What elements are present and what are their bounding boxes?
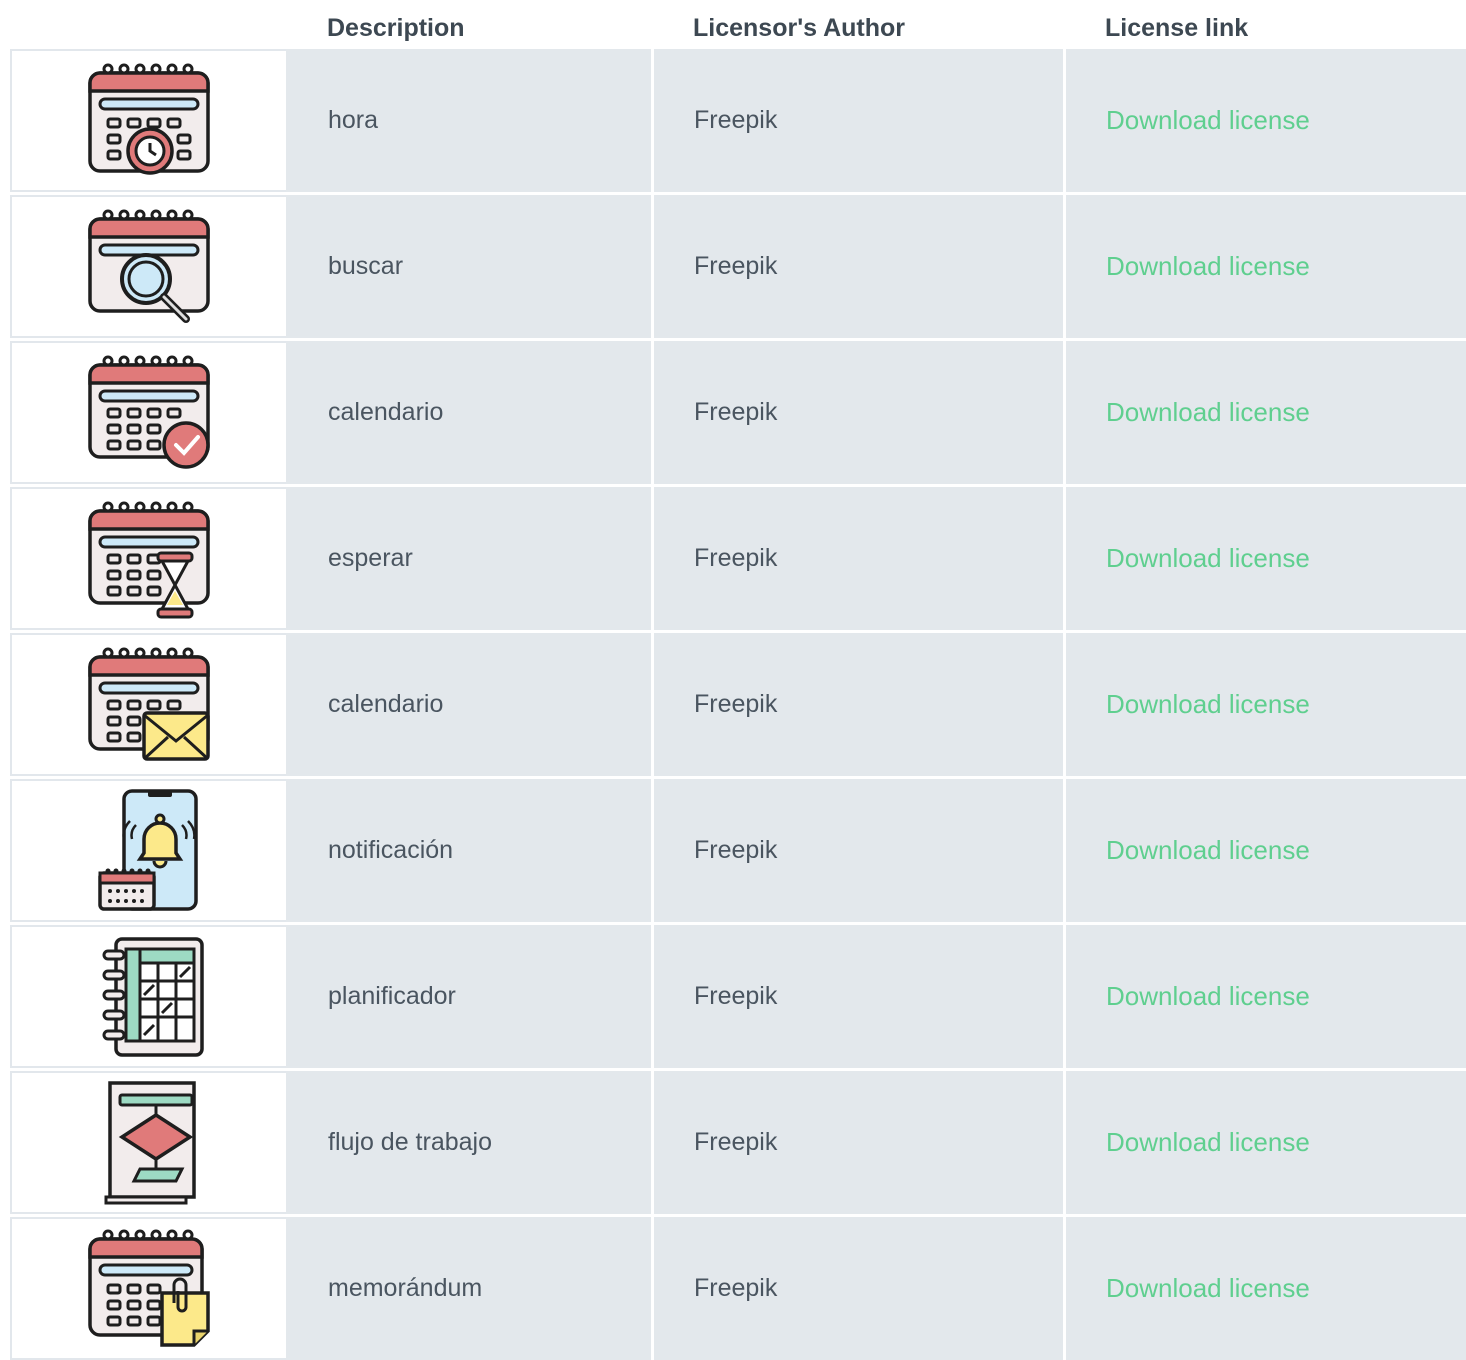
author-text: Freepik — [694, 398, 778, 426]
author-cell: Freepik — [654, 779, 1063, 922]
icon-cell — [10, 1217, 286, 1360]
table-row: calendario Freepik Download license — [10, 341, 1466, 484]
icon-cell — [10, 1071, 286, 1214]
header-author: Licensor's Author — [693, 14, 905, 42]
icon-cell — [10, 195, 286, 338]
table-row: memorándum Freepik Download license — [10, 1217, 1466, 1360]
author-text: Freepik — [694, 106, 778, 134]
author-cell: Freepik — [654, 925, 1063, 1068]
description-cell: flujo de trabajo — [286, 1071, 651, 1214]
license-cell: Download license — [1066, 633, 1466, 776]
description-text: flujo de trabajo — [328, 1128, 493, 1156]
author-cell: Freepik — [654, 341, 1063, 484]
download-license-link[interactable]: Download license — [1106, 981, 1310, 1012]
download-license-link[interactable]: Download license — [1106, 105, 1310, 136]
description-text: memorándum — [328, 1274, 483, 1302]
author-cell: Freepik — [654, 195, 1063, 338]
download-license-link[interactable]: Download license — [1106, 397, 1310, 428]
author-text: Freepik — [694, 836, 778, 864]
license-cell: Download license — [1066, 779, 1466, 922]
download-license-link[interactable]: Download license — [1106, 1273, 1310, 1304]
license-cell: Download license — [1066, 195, 1466, 338]
table-row: esperar Freepik Download license — [10, 487, 1466, 630]
calendar-search-icon — [88, 209, 210, 323]
author-cell: Freepik — [654, 1071, 1063, 1214]
table-row: planificador Freepik Download license — [10, 925, 1466, 1068]
header-description: Description — [327, 14, 465, 42]
icon-cell — [10, 487, 286, 630]
description-cell: hora — [286, 49, 651, 192]
license-cell: Download license — [1066, 487, 1466, 630]
table-header: Description Licensor's Author License li… — [0, 0, 1466, 48]
license-cell: Download license — [1066, 49, 1466, 192]
download-license-link[interactable]: Download license — [1106, 689, 1310, 720]
download-license-link[interactable]: Download license — [1106, 543, 1310, 574]
calendar-clock-icon — [88, 63, 210, 175]
download-license-link[interactable]: Download license — [1106, 835, 1310, 866]
icon-cell — [10, 779, 286, 922]
author-cell: Freepik — [654, 1217, 1063, 1360]
author-text: Freepik — [694, 1274, 778, 1302]
description-cell: calendario — [286, 633, 651, 776]
license-table: hora Freepik Download license buscar Fre… — [10, 49, 1466, 1360]
author-text: Freepik — [694, 982, 778, 1010]
license-cell: Download license — [1066, 1217, 1466, 1360]
author-text: Freepik — [694, 1128, 778, 1156]
author-text: Freepik — [694, 252, 778, 280]
icon-cell — [10, 633, 286, 776]
author-text: Freepik — [694, 690, 778, 718]
license-cell: Download license — [1066, 925, 1466, 1068]
author-cell: Freepik — [654, 487, 1063, 630]
download-license-link[interactable]: Download license — [1106, 1127, 1310, 1158]
description-cell: notificación — [286, 779, 651, 922]
calendar-check-icon — [88, 355, 210, 469]
license-cell: Download license — [1066, 1071, 1466, 1214]
description-cell: calendario — [286, 341, 651, 484]
description-text: calendario — [328, 690, 444, 718]
table-row: calendario Freepik Download license — [10, 633, 1466, 776]
description-text: hora — [328, 106, 379, 134]
phone-bell-icon — [98, 788, 198, 911]
description-text: notificación — [328, 836, 454, 864]
author-cell: Freepik — [654, 49, 1063, 192]
description-cell: planificador — [286, 925, 651, 1068]
description-cell: memorándum — [286, 1217, 651, 1360]
header-license-link: License link — [1105, 14, 1249, 42]
description-cell: esperar — [286, 487, 651, 630]
planner-icon — [102, 936, 204, 1057]
table-row: notificación Freepik Download license — [10, 779, 1466, 922]
description-text: esperar — [328, 544, 413, 572]
table-row: flujo de trabajo Freepik Download licens… — [10, 1071, 1466, 1214]
icon-cell — [10, 341, 286, 484]
description-text: planificador — [328, 982, 456, 1010]
icon-cell — [10, 49, 286, 192]
table-row: buscar Freepik Download license — [10, 195, 1466, 338]
author-cell: Freepik — [654, 633, 1063, 776]
description-text: calendario — [328, 398, 444, 426]
calendar-hourglass-icon — [88, 501, 210, 618]
icon-cell — [10, 925, 286, 1068]
calendar-mail-icon — [88, 647, 210, 761]
description-text: buscar — [328, 252, 404, 280]
workflow-icon — [104, 1080, 196, 1204]
calendar-memo-icon — [88, 1229, 210, 1347]
download-license-link[interactable]: Download license — [1106, 251, 1310, 282]
license-cell: Download license — [1066, 341, 1466, 484]
description-cell: buscar — [286, 195, 651, 338]
author-text: Freepik — [694, 544, 778, 572]
table-row: hora Freepik Download license — [10, 49, 1466, 192]
